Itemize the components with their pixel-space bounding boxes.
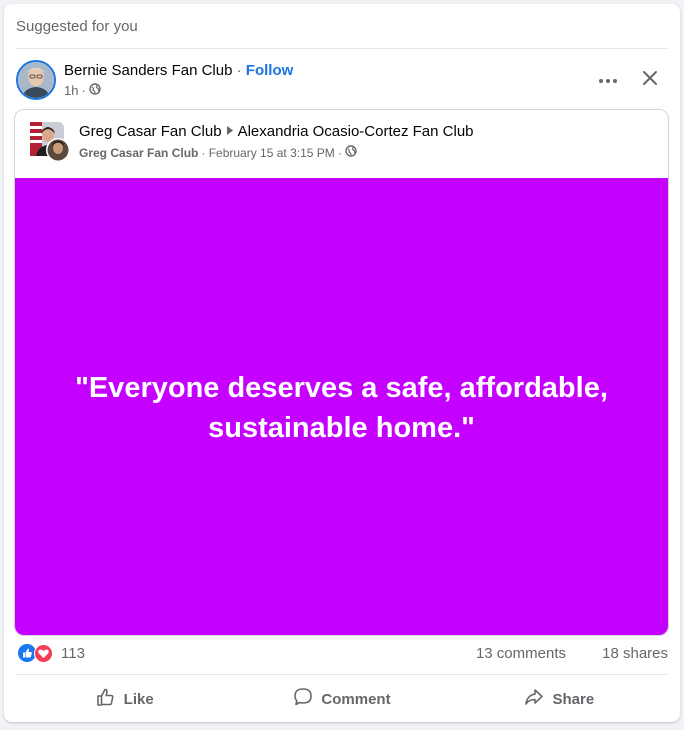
quote-background[interactable]: "Everyone deserves a safe, affordable, s… xyxy=(15,178,668,635)
group-from[interactable]: Greg Casar Fan Club xyxy=(79,123,222,140)
reaction-count[interactable]: 113 xyxy=(61,645,85,662)
comments-count[interactable]: 13 comments xyxy=(476,645,566,662)
more-options-button[interactable] xyxy=(594,66,622,94)
comment-label: Comment xyxy=(321,690,391,708)
shared-meta: Greg Casar Fan Club · February 15 at 3:1… xyxy=(79,145,357,160)
post-stats: 113 13 comments 18 shares xyxy=(16,642,668,664)
shared-sub-group[interactable]: Greg Casar Fan Club xyxy=(79,146,198,160)
shared-post-header: Greg Casar Fan Club Alexandria Ocasio-Co… xyxy=(15,110,668,178)
post-header: Bernie Sanders Fan Club · Follow 1h · xyxy=(16,60,668,106)
meta-separator: · xyxy=(81,83,86,98)
action-bar: Like Comment Share xyxy=(16,678,668,720)
author-separator: · xyxy=(236,62,242,79)
share-label: Share xyxy=(552,690,595,708)
header-divider xyxy=(16,48,668,49)
close-button[interactable] xyxy=(636,66,664,94)
suggested-label: Suggested for you xyxy=(16,18,138,35)
like-button[interactable]: Like xyxy=(16,678,233,720)
globe-icon xyxy=(345,145,357,160)
follow-button[interactable]: Follow xyxy=(246,62,294,79)
author-name[interactable]: Bernie Sanders Fan Club xyxy=(64,62,232,79)
quote-text: "Everyone deserves a safe, affordable, s… xyxy=(75,371,608,444)
group-to[interactable]: Alexandria Ocasio-Cortez Fan Club xyxy=(238,123,474,140)
like-label: Like xyxy=(123,690,154,708)
love-reaction-icon xyxy=(34,644,53,667)
more-icon xyxy=(598,71,618,89)
group-avatar[interactable] xyxy=(30,122,70,162)
post-time[interactable]: 1h xyxy=(64,83,78,98)
shared-post[interactable]: Greg Casar Fan Club Alexandria Ocasio-Co… xyxy=(14,109,669,636)
share-button[interactable]: Share xyxy=(451,678,668,720)
globe-icon xyxy=(89,83,101,98)
post-card: Suggested for you Bernie Sanders Fan Clu… xyxy=(4,4,680,722)
actions-divider xyxy=(16,674,668,675)
close-icon xyxy=(642,70,658,91)
group-line: Greg Casar Fan Club Alexandria Ocasio-Co… xyxy=(79,123,474,140)
reaction-icons[interactable] xyxy=(18,644,53,667)
post-meta: 1h · xyxy=(64,83,101,98)
share-icon xyxy=(524,687,544,711)
shared-date[interactable]: · February 15 at 3:15 PM · xyxy=(201,146,342,160)
thumbs-up-icon xyxy=(96,687,116,711)
author-line: Bernie Sanders Fan Club · Follow xyxy=(64,62,293,79)
comment-icon xyxy=(293,687,313,711)
comment-button[interactable]: Comment xyxy=(233,678,450,720)
shares-count[interactable]: 18 shares xyxy=(602,645,668,662)
arrow-right-icon xyxy=(226,123,234,140)
author-avatar[interactable] xyxy=(16,60,56,100)
